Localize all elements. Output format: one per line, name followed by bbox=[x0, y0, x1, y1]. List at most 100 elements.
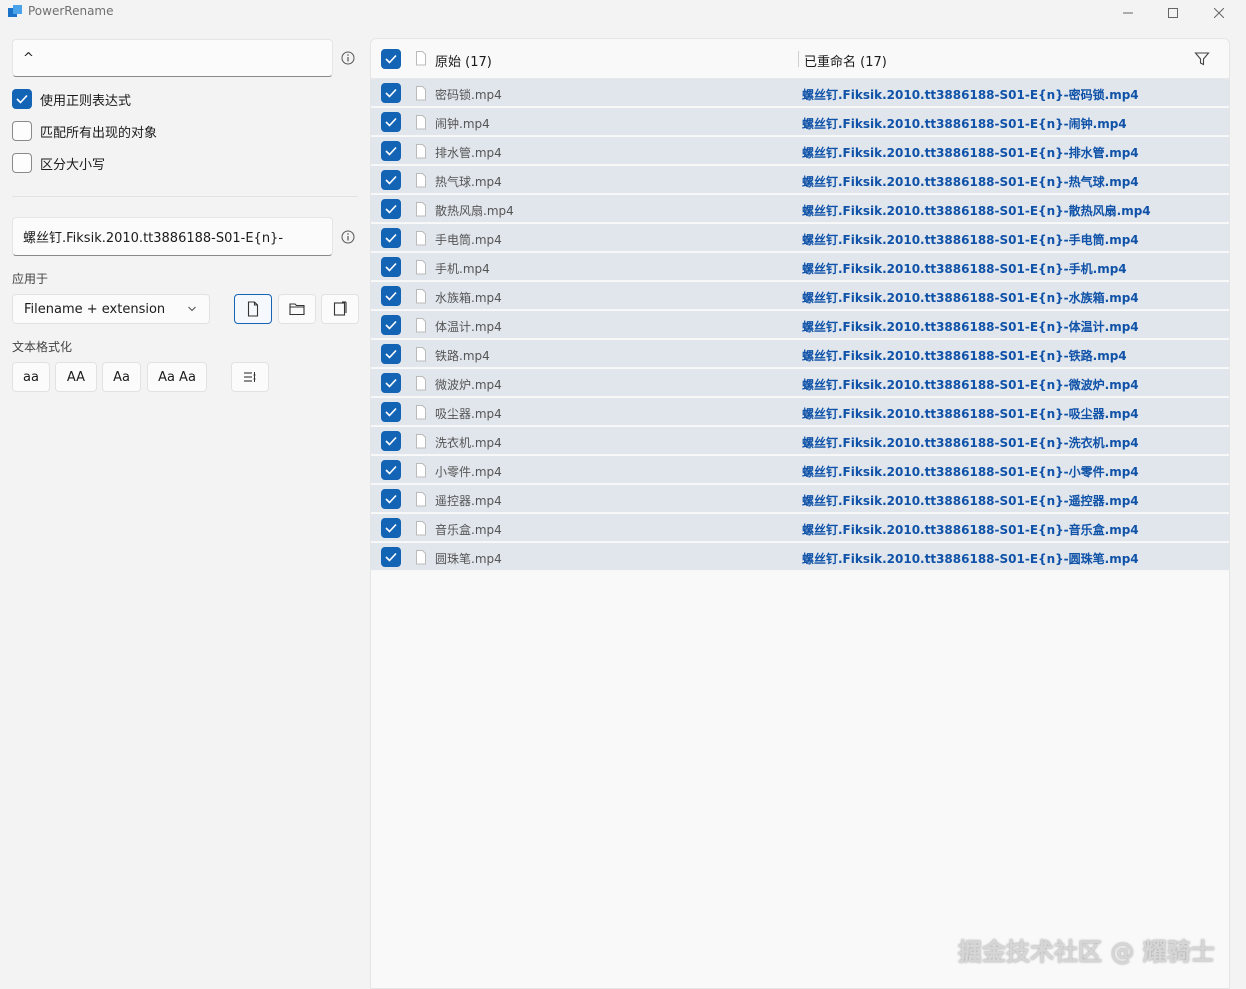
list-item[interactable]: 音乐盒.mp4 螺丝钉.Fiksik.2010.tt3886188-S01-E{n… bbox=[371, 514, 1229, 542]
item-checkbox[interactable] bbox=[381, 547, 401, 567]
item-checkbox[interactable] bbox=[381, 489, 401, 509]
list-item[interactable]: 闹钟.mp4 螺丝钉.Fiksik.2010.tt3886188-S01-E{n}… bbox=[371, 108, 1229, 136]
item-checkbox[interactable] bbox=[381, 315, 401, 335]
list-item[interactable]: 遥控器.mp4 螺丝钉.Fiksik.2010.tt3886188-S01-E{n… bbox=[371, 485, 1229, 513]
checkmark-icon bbox=[385, 204, 397, 214]
list-item[interactable]: 圆珠笔.mp4 螺丝钉.Fiksik.2010.tt3886188-S01-E{n… bbox=[371, 543, 1229, 571]
original-column-header[interactable]: 原始 (17) bbox=[435, 51, 492, 70]
match-all-checkbox-box[interactable] bbox=[12, 121, 32, 141]
list-item[interactable]: 热气球.mp4 螺丝钉.Fiksik.2010.tt3886188-S01-E{n… bbox=[371, 166, 1229, 194]
file-icon bbox=[416, 289, 426, 304]
renamed-filename: 螺丝钉.Fiksik.2010.tt3886188-S01-E{n}-水族箱.m… bbox=[802, 291, 1139, 305]
file-icon bbox=[416, 463, 426, 478]
item-checkbox[interactable] bbox=[381, 431, 401, 451]
select-all-checkbox[interactable] bbox=[381, 49, 401, 69]
case-sensitive-checkbox-box[interactable] bbox=[12, 153, 32, 173]
file-icon bbox=[416, 115, 426, 130]
apply-to-dropdown[interactable]: Filename + extension bbox=[12, 294, 210, 324]
folder-icon bbox=[289, 303, 305, 316]
item-checkbox[interactable] bbox=[381, 83, 401, 103]
list-item[interactable]: 水族箱.mp4 螺丝钉.Fiksik.2010.tt3886188-S01-E{n… bbox=[371, 282, 1229, 310]
folder-button[interactable] bbox=[278, 294, 316, 324]
apply-to-label: 应用于 bbox=[12, 272, 49, 286]
close-icon bbox=[1214, 8, 1224, 18]
subfolder-button[interactable] bbox=[321, 294, 359, 324]
filter-icon[interactable] bbox=[1194, 51, 1210, 67]
uppercase-button[interactable]: AA bbox=[55, 362, 97, 392]
item-checkbox[interactable] bbox=[381, 518, 401, 538]
list-item[interactable]: 手电筒.mp4 螺丝钉.Fiksik.2010.tt3886188-S01-E{n… bbox=[371, 224, 1229, 252]
file-icon bbox=[247, 301, 259, 317]
item-checkbox[interactable] bbox=[381, 460, 401, 480]
file-icon bbox=[416, 434, 426, 449]
renamed-filename: 螺丝钉.Fiksik.2010.tt3886188-S01-E{n}-手电筒.m… bbox=[802, 233, 1139, 247]
item-checkbox[interactable] bbox=[381, 141, 401, 161]
file-icon bbox=[416, 376, 426, 391]
list-item[interactable]: 排水管.mp4 螺丝钉.Fiksik.2010.tt3886188-S01-E{n… bbox=[371, 137, 1229, 165]
replace-input[interactable]: 螺丝钉.Fiksik.2010.tt3886188-S01-E{n}- bbox=[12, 217, 333, 256]
renamed-filename: 螺丝钉.Fiksik.2010.tt3886188-S01-E{n}-体温计.m… bbox=[802, 320, 1139, 334]
original-filename: 水族箱.mp4 bbox=[435, 291, 502, 305]
item-checkbox[interactable] bbox=[381, 286, 401, 306]
file-icon bbox=[416, 550, 426, 565]
regex-checkbox[interactable]: 使用正则表达式 bbox=[12, 88, 131, 110]
list-item[interactable]: 散热风扇.mp4 螺丝钉.Fiksik.2010.tt3886188-S01-E{… bbox=[371, 195, 1229, 223]
close-button[interactable] bbox=[1196, 0, 1242, 26]
original-filename: 小零件.mp4 bbox=[435, 465, 502, 479]
replace-input-value: 螺丝钉.Fiksik.2010.tt3886188-S01-E{n}- bbox=[23, 231, 284, 246]
match-all-checkbox[interactable]: 匹配所有出现的对象 bbox=[12, 120, 157, 142]
renamed-filename: 螺丝钉.Fiksik.2010.tt3886188-S01-E{n}-密码锁.m… bbox=[802, 88, 1139, 102]
checkmark-icon bbox=[385, 146, 397, 156]
checkmark-icon bbox=[385, 88, 397, 98]
list-item[interactable]: 微波炉.mp4 螺丝钉.Fiksik.2010.tt3886188-S01-E{n… bbox=[371, 369, 1229, 397]
column-divider[interactable] bbox=[798, 51, 799, 67]
case-sensitive-label: 区分大小写 bbox=[40, 157, 106, 173]
checkmark-icon bbox=[385, 54, 397, 64]
checkmark-icon bbox=[385, 523, 397, 533]
lowercase-button[interactable]: aa bbox=[12, 362, 50, 392]
app-title: PowerRename bbox=[28, 4, 114, 18]
list-item[interactable]: 小零件.mp4 螺丝钉.Fiksik.2010.tt3886188-S01-E{n… bbox=[371, 456, 1229, 484]
case-sensitive-checkbox[interactable]: 区分大小写 bbox=[12, 152, 105, 174]
item-checkbox[interactable] bbox=[381, 170, 401, 190]
checkmark-icon bbox=[385, 407, 397, 417]
item-checkbox[interactable] bbox=[381, 344, 401, 364]
titlecase-button[interactable]: Aa bbox=[102, 362, 141, 392]
info-icon[interactable] bbox=[341, 51, 355, 65]
file-list-panel: 原始 (17) 已重命名 (17) 密码锁.mp4 螺丝钉.Fiksik.2010… bbox=[370, 38, 1230, 989]
item-checkbox[interactable] bbox=[381, 402, 401, 422]
enumerate-button[interactable] bbox=[231, 362, 269, 392]
list-item[interactable]: 密码锁.mp4 螺丝钉.Fiksik.2010.tt3886188-S01-E{n… bbox=[371, 79, 1229, 107]
search-input[interactable]: ^ bbox=[12, 39, 333, 77]
item-checkbox[interactable] bbox=[381, 112, 401, 132]
info-icon[interactable] bbox=[341, 230, 355, 244]
original-filename: 手电筒.mp4 bbox=[435, 233, 502, 247]
maximize-button[interactable] bbox=[1150, 0, 1196, 26]
original-filename: 铁路.mp4 bbox=[435, 349, 490, 363]
item-checkbox[interactable] bbox=[381, 228, 401, 248]
file-icon bbox=[416, 51, 426, 66]
renamed-filename: 螺丝钉.Fiksik.2010.tt3886188-S01-E{n}-铁路.mp… bbox=[802, 349, 1127, 363]
list-item[interactable]: 洗衣机.mp4 螺丝钉.Fiksik.2010.tt3886188-S01-E{n… bbox=[371, 427, 1229, 455]
item-checkbox[interactable] bbox=[381, 373, 401, 393]
minimize-button[interactable] bbox=[1105, 0, 1151, 26]
watermark: 掘金技术社区 @ 耀骑士 bbox=[958, 938, 1215, 966]
checkmark-icon bbox=[16, 94, 28, 104]
regex-checkbox-box[interactable] bbox=[12, 89, 32, 109]
renamed-column-header[interactable]: 已重命名 (17) bbox=[804, 51, 887, 70]
minimize-icon bbox=[1123, 12, 1133, 14]
item-checkbox[interactable] bbox=[381, 199, 401, 219]
file-icon bbox=[416, 347, 426, 362]
original-filename: 微波炉.mp4 bbox=[435, 378, 502, 392]
file-icon bbox=[416, 492, 426, 507]
list-item[interactable]: 铁路.mp4 螺丝钉.Fiksik.2010.tt3886188-S01-E{n}… bbox=[371, 340, 1229, 368]
list-item[interactable]: 体温计.mp4 螺丝钉.Fiksik.2010.tt3886188-S01-E{n… bbox=[371, 311, 1229, 339]
file-button[interactable] bbox=[234, 294, 272, 324]
title-bar: PowerRename bbox=[0, 0, 1246, 26]
capitalize-words-button[interactable]: Aa Aa bbox=[147, 362, 207, 392]
list-item[interactable]: 吸尘器.mp4 螺丝钉.Fiksik.2010.tt3886188-S01-E{n… bbox=[371, 398, 1229, 426]
list-item[interactable]: 手机.mp4 螺丝钉.Fiksik.2010.tt3886188-S01-E{n}… bbox=[371, 253, 1229, 281]
text-format-label: 文本格式化 bbox=[12, 340, 73, 354]
checkmark-icon bbox=[385, 175, 397, 185]
item-checkbox[interactable] bbox=[381, 257, 401, 277]
